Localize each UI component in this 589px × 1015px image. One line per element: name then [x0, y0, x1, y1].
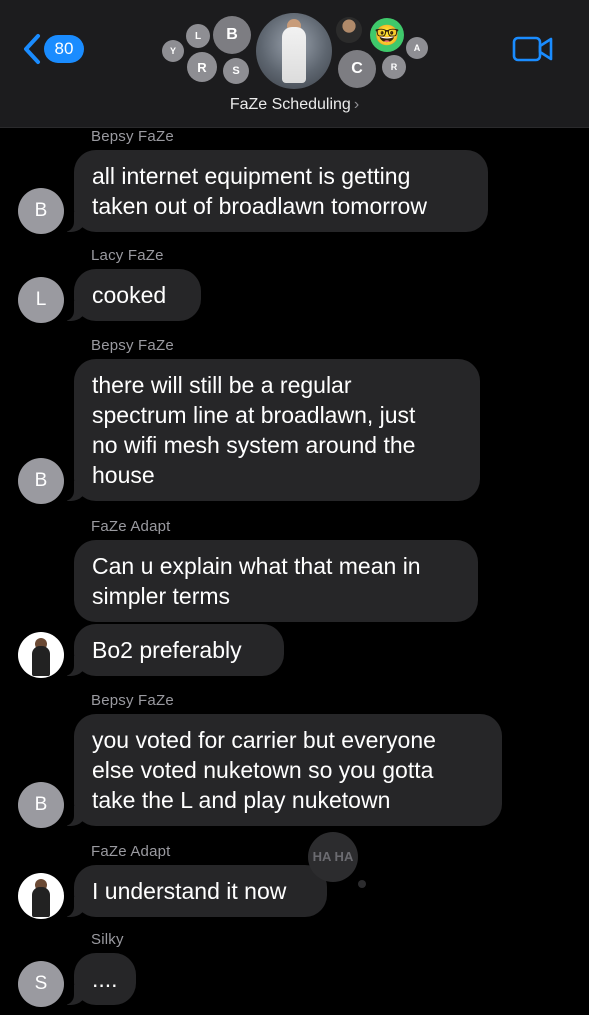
- message-sender: Lacy FaZe: [91, 247, 164, 264]
- message-bubble[interactable]: Can u explain what that mean in simpler …: [74, 540, 478, 622]
- message-bubble[interactable]: I understand it now: [64, 865, 327, 917]
- participant-avatar: R: [382, 55, 406, 79]
- group-name[interactable]: FaZe Scheduling ›: [0, 96, 589, 114]
- group-name-label: FaZe Scheduling: [229, 96, 351, 113]
- message-text-line: Bo2 preferably: [92, 637, 242, 663]
- message-bubble[interactable]: Bo2 preferably: [64, 624, 284, 676]
- tapback-tail: [358, 880, 366, 888]
- message-text-line: taken out of broadlawn tomorrow: [92, 193, 427, 219]
- conversation-header: 80 Y L B R S 🤓 C R A FaZe Scheduling ›: [0, 0, 589, 128]
- sender-avatar-photo[interactable]: [18, 873, 64, 919]
- chevron-right-icon: ›: [353, 96, 360, 113]
- group-photo: [256, 13, 332, 89]
- message-sender: Bepsy FaZe: [91, 337, 174, 354]
- sender-avatar[interactable]: L: [18, 277, 64, 323]
- message-text-line: all internet equipment is getting: [92, 163, 411, 189]
- message-bubble[interactable]: cooked: [64, 269, 201, 321]
- message-text-line: take the L and play nuketown: [92, 787, 391, 813]
- video-camera-icon: [512, 36, 553, 62]
- message-text-line: no wifi mesh system around the: [92, 432, 416, 458]
- participant-avatar: R: [187, 52, 217, 82]
- tapback-label: HA HA: [312, 849, 354, 864]
- message-text-line: Can u explain what that mean in: [92, 553, 421, 579]
- message-bubble[interactable]: all internet equipment is getting taken …: [64, 150, 488, 232]
- group-avatar-cluster[interactable]: Y L B R S 🤓 C R A: [0, 0, 589, 100]
- message-bubble[interactable]: there will still be a regular spectrum l…: [64, 359, 480, 501]
- message-text-line: simpler terms: [92, 583, 231, 609]
- message-text-line: cooked: [92, 282, 167, 308]
- message-text-line: I understand it now: [92, 878, 287, 904]
- message-text-line: ....: [92, 966, 118, 992]
- message-text-line: else voted nuketown so you gotta: [92, 757, 434, 783]
- message-sender: FaZe Adapt: [91, 518, 171, 535]
- participant-avatar: L: [186, 24, 210, 48]
- message-bubble[interactable]: you voted for carrier but everyone else …: [64, 714, 502, 826]
- participant-avatar: Y: [162, 40, 184, 62]
- message-sender: Silky: [91, 931, 124, 948]
- message-text-line: you voted for carrier but everyone: [92, 727, 436, 753]
- message-text-line: house: [92, 462, 155, 488]
- sender-avatar[interactable]: S: [18, 961, 64, 1007]
- sender-avatar[interactable]: B: [18, 782, 64, 828]
- message-text-line: there will still be a regular: [92, 372, 352, 398]
- message-text-line: spectrum line at broadlawn, just: [92, 402, 416, 428]
- participant-avatar: C: [338, 50, 376, 88]
- sender-avatar[interactable]: B: [18, 188, 64, 234]
- emoji-avatar: 🤓: [370, 18, 404, 52]
- message-sender: FaZe Adapt: [91, 843, 171, 860]
- message-bubble[interactable]: ....: [64, 953, 136, 1005]
- sender-avatar[interactable]: B: [18, 458, 64, 504]
- participant-avatar: A: [406, 37, 428, 59]
- sender-avatar-photo[interactable]: [18, 632, 64, 678]
- haha-tapback-badge[interactable]: HA HA: [308, 832, 358, 882]
- message-sender: Bepsy FaZe: [91, 692, 174, 709]
- participant-photo-avatar: [336, 17, 362, 43]
- message-sender: Bepsy FaZe: [91, 128, 174, 145]
- participant-avatar: B: [213, 16, 251, 54]
- participant-avatar: S: [223, 58, 249, 84]
- video-call-button[interactable]: [512, 35, 554, 68]
